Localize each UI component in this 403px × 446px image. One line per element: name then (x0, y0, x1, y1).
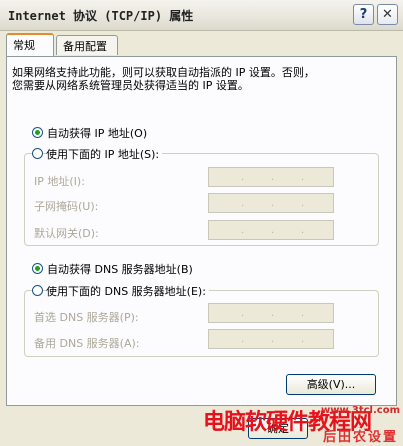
ip-auto-label[interactable]: 自动获得 IP 地址(O) (47, 125, 147, 141)
intro-line-2: 您需要从网络系统管理员处获得适当的 IP 设置。 (12, 79, 249, 92)
ip-auto-radio[interactable] (32, 127, 43, 138)
dns-auto-radio[interactable] (32, 263, 43, 274)
dns-auto-label[interactable]: 自动获得 DNS 服务器地址(B) (47, 261, 193, 277)
preferred-dns-label: 首选 DNS 服务器(P): (34, 311, 139, 324)
intro-line-1: 如果网络支持此功能，则可以获取自动指派的 IP 设置。否则， (12, 66, 315, 79)
subnet-mask-field[interactable]: ... (208, 193, 334, 213)
alternate-dns-label: 备用 DNS 服务器(A): (34, 337, 140, 350)
default-gateway-field[interactable]: ... (208, 220, 334, 240)
alternate-dns-field[interactable]: ... (208, 329, 334, 349)
watermark-subtitle: 后田农设置 (323, 430, 399, 445)
close-icon: ✕ (382, 7, 393, 22)
subnet-mask-label: 子网掩码(U): (34, 200, 99, 213)
close-button[interactable]: ✕ (377, 4, 398, 25)
tab-alternate-config[interactable]: 备用配置 (56, 35, 118, 55)
dns-manual-label[interactable]: 使用下面的 DNS 服务器地址(E): (46, 283, 209, 299)
window-title: Internet 协议 (TCP/IP) 属性 (8, 9, 194, 23)
question-mark-icon: ? (359, 7, 368, 22)
help-button[interactable]: ? (353, 4, 374, 25)
default-gateway-label: 默认网关(D): (34, 227, 99, 240)
ip-address-label: IP 地址(I): (34, 175, 85, 188)
ip-manual-radio[interactable] (32, 148, 43, 159)
intro-text: 如果网络支持此功能，则可以获取自动指派的 IP 设置。否则， 您需要从网络系统管… (12, 66, 382, 92)
title-bar: Internet 协议 (TCP/IP) 属性 ? ✕ (0, 0, 403, 31)
ip-address-field[interactable]: ... (208, 167, 334, 187)
ip-manual-label[interactable]: 使用下面的 IP 地址(S): (46, 146, 163, 162)
watermark-url: www.3tcl.com (321, 405, 400, 416)
tab-general[interactable]: 常规 (6, 33, 54, 56)
preferred-dns-field[interactable]: ... (208, 303, 334, 323)
dns-manual-radio[interactable] (32, 285, 43, 296)
advanced-button[interactable]: 高级(V)... (286, 374, 376, 395)
